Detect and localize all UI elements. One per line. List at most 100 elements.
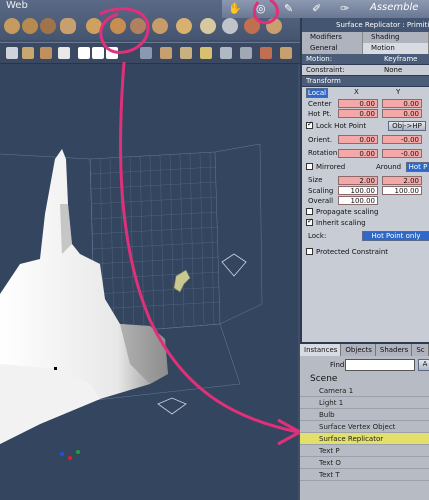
tab-shaders[interactable]: Shaders <box>376 344 413 356</box>
hotpt-row: Hot Pt. 0.00 0.00 <box>302 109 429 119</box>
tool-icon-7[interactable] <box>130 18 146 34</box>
scene-item[interactable]: Bulb <box>300 409 429 421</box>
tool-icon-9[interactable] <box>176 18 192 34</box>
replicator-tool-icon[interactable] <box>110 18 126 34</box>
lock-hot-point-label: Lock Hot Point <box>316 122 367 130</box>
view-tool-4[interactable] <box>58 47 70 59</box>
find-row: Find: A <box>300 356 429 374</box>
tab-modifiers[interactable]: Modifiers <box>302 32 364 43</box>
size-y-field[interactable]: 2.00 <box>382 176 422 185</box>
scene-item[interactable]: Surface Vertex Object <box>300 421 429 433</box>
room-icon[interactable]: ◎ <box>256 2 268 15</box>
texture-icon[interactable]: ✑ <box>340 2 352 15</box>
view-tool-11[interactable] <box>200 47 212 59</box>
constraint-value[interactable]: None <box>384 66 402 74</box>
view-tool-2[interactable] <box>22 47 34 59</box>
find-button[interactable]: A <box>418 359 429 371</box>
transform-header[interactable]: Transform <box>302 76 429 87</box>
view-tool-9[interactable] <box>160 47 172 59</box>
lock-hot-point-checkbox[interactable] <box>306 120 313 129</box>
view-tool-14[interactable] <box>260 47 272 59</box>
overall-row: Overall 100.00 <box>302 196 429 206</box>
hotpt-x-field[interactable]: 0.00 <box>338 109 378 118</box>
overall-label: Overall <box>308 197 334 205</box>
center-x-field[interactable]: 0.00 <box>338 99 378 108</box>
layout-icon-2[interactable] <box>92 47 104 59</box>
lock-dropdown[interactable]: Hot Point only <box>362 231 429 241</box>
tool-icon-12[interactable] <box>244 18 260 34</box>
view-tool-12[interactable] <box>220 47 232 59</box>
panel-tabs-2: General Motion <box>302 43 429 54</box>
view-tool-10[interactable] <box>180 47 192 59</box>
tool-icon-5[interactable] <box>86 18 102 34</box>
protected-checkbox[interactable] <box>306 248 313 255</box>
find-input[interactable] <box>345 359 415 371</box>
tab-motion[interactable]: Motion <box>363 43 429 54</box>
protected-label: Protected Constraint <box>316 248 389 256</box>
motion-label: Motion: <box>306 55 333 63</box>
tab-objects[interactable]: Objects <box>341 344 376 356</box>
motion-row[interactable]: Motion: Keyframe <box>302 54 429 65</box>
tool-icon-11[interactable] <box>222 18 238 34</box>
constraint-row[interactable]: Constraint: None <box>302 65 429 76</box>
scene-root[interactable]: Scene <box>300 374 429 385</box>
primitive-toolbar <box>0 18 300 38</box>
motion-value[interactable]: Keyframe <box>384 55 417 63</box>
around-dropdown[interactable]: Hot P <box>406 162 429 172</box>
tool-icon-2[interactable] <box>22 18 38 34</box>
view-tool-1[interactable] <box>6 47 18 59</box>
obj-hp-button[interactable]: Obj->HP <box>388 121 426 131</box>
rotation-x-field[interactable]: 0.00 <box>338 149 378 158</box>
view-tool-15[interactable] <box>280 47 292 59</box>
inherit-checkbox[interactable] <box>306 217 313 226</box>
app-window: Web ✋ ◎ ✎ ✐ ✑ Assemble Surface Replicato… <box>0 0 429 500</box>
hotpt-y-field[interactable]: 0.00 <box>382 109 422 118</box>
scaling-label: Scaling <box>308 187 334 195</box>
view-tool-3[interactable] <box>40 47 52 59</box>
tool-icon-1[interactable] <box>4 18 20 34</box>
overall-field[interactable]: 100.00 <box>338 196 378 205</box>
scene-item[interactable]: Text P <box>300 445 429 457</box>
lock-row: Lock: Hot Point only <box>302 228 429 244</box>
brush-icon[interactable]: ✎ <box>284 2 296 15</box>
view-tool-13[interactable] <box>240 47 252 59</box>
orient-x-field[interactable]: 0.00 <box>338 135 378 144</box>
scene-item[interactable]: Text T <box>300 469 429 481</box>
rotation-y-field[interactable]: -0.00 <box>382 149 422 158</box>
view-tool-8[interactable] <box>140 47 152 59</box>
scene-render <box>0 143 263 460</box>
3d-viewport[interactable] <box>0 64 298 500</box>
tool-icon-13[interactable] <box>266 18 282 34</box>
render-icon[interactable]: ✐ <box>312 2 324 15</box>
center-label: Center <box>308 100 332 108</box>
size-x-field[interactable]: 2.00 <box>338 176 378 185</box>
tab-shading[interactable]: Shading <box>363 32 429 43</box>
layout-icon-1[interactable] <box>78 47 90 59</box>
x-header: X <box>354 88 359 96</box>
scene-item[interactable]: Light 1 <box>300 397 429 409</box>
scene-item[interactable]: Text O <box>300 457 429 469</box>
scaling-x-field[interactable]: 100.00 <box>338 186 378 195</box>
mirrored-checkbox[interactable] <box>306 163 313 170</box>
propagate-checkbox[interactable] <box>306 208 313 215</box>
orient-label: Orient. <box>308 136 333 144</box>
orient-row: Orient. 0.00 -0.00 <box>302 133 429 147</box>
layout-icon-3[interactable] <box>106 47 118 59</box>
scaling-y-field[interactable]: 100.00 <box>382 186 422 195</box>
orient-y-field[interactable]: -0.00 <box>382 135 422 144</box>
tool-icon-4[interactable] <box>60 18 76 34</box>
scene-list: Camera 1 Light 1 Bulb Surface Vertex Object… <box>300 385 429 481</box>
scene-item[interactable]: Camera 1 <box>300 385 429 397</box>
local-dropdown[interactable]: Local <box>306 88 328 98</box>
center-y-field[interactable]: 0.00 <box>382 99 422 108</box>
tool-icon-10[interactable] <box>200 18 216 34</box>
tool-icon-3[interactable] <box>40 18 56 34</box>
hand-icon[interactable]: ✋ <box>228 2 242 15</box>
assemble-tab[interactable]: Assemble <box>370 2 418 13</box>
tab-sc[interactable]: Sc <box>412 344 429 356</box>
menu-web[interactable]: Web <box>6 0 28 11</box>
tool-icon-8[interactable] <box>152 18 168 34</box>
tab-instances[interactable]: Instances <box>300 344 342 356</box>
scene-item[interactable]: Surface Replicator <box>300 433 429 445</box>
tab-general[interactable]: General <box>302 43 364 54</box>
